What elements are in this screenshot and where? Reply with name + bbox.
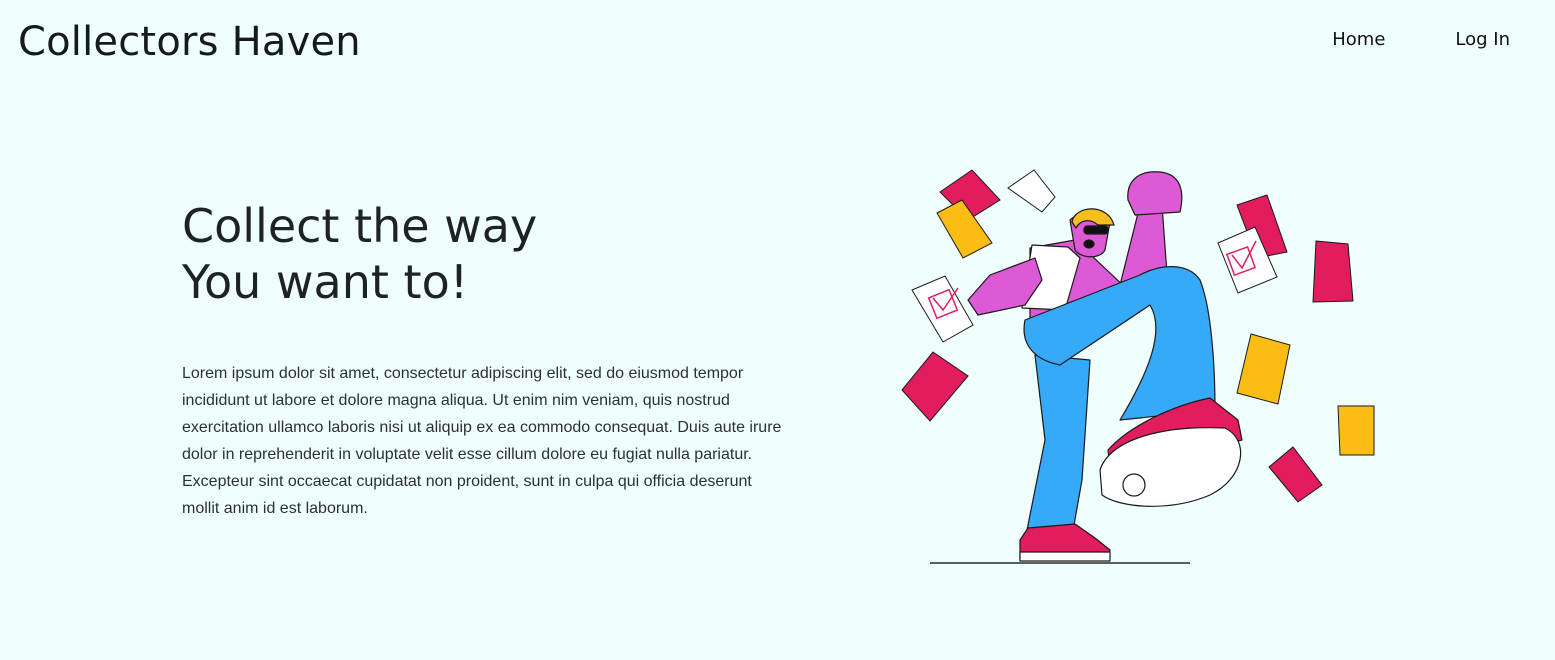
paper-yellow (1236, 333, 1291, 405)
top-navigation-bar: Collectors Haven Home Log In (0, 0, 1555, 84)
nav-link-log-in[interactable]: Log In (1455, 28, 1510, 52)
paper-magenta (1312, 240, 1354, 303)
back-shoe-sole (1019, 551, 1111, 562)
hero-heading-line-1: Collect the way (182, 199, 538, 253)
main-nav: Home Log In (1332, 28, 1510, 52)
paper-magenta (1268, 446, 1323, 503)
paper-checklist (1007, 169, 1056, 213)
back-leg (1026, 354, 1091, 531)
sunglasses (1083, 225, 1109, 235)
celebrating-person-illustration (901, 169, 1375, 564)
raised-fist (1127, 171, 1183, 216)
paper-yellow (1337, 405, 1375, 456)
person (967, 171, 1243, 562)
open-mouth (1083, 239, 1095, 249)
nav-link-home[interactable]: Home (1332, 28, 1385, 52)
brand-logo-text[interactable]: Collectors Haven (18, 18, 361, 66)
paper-magenta (901, 351, 969, 422)
hero-heading: Collect the way You want to! (182, 198, 537, 310)
hero-description: Lorem ipsum dolor sit amet, consectetur … (182, 365, 782, 517)
hero-heading-line-2: You want to! (182, 255, 469, 309)
sole-circle (1122, 473, 1146, 497)
